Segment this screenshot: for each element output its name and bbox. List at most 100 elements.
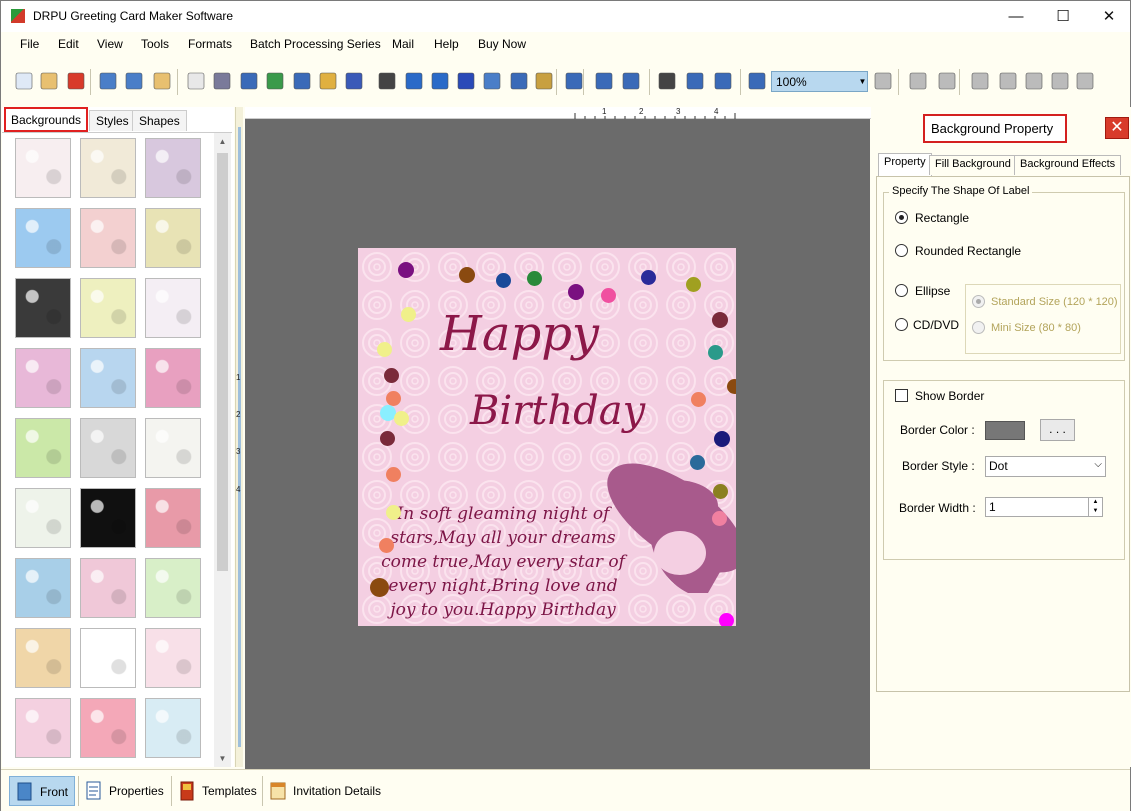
tab-backgrounds[interactable]: Backgrounds (4, 107, 89, 132)
scroll-thumb[interactable] (217, 153, 228, 571)
s-text-icon[interactable] (455, 70, 477, 92)
thumbnail-scrollbar[interactable]: ▲ ▼ (214, 133, 231, 767)
radio-rectangle[interactable] (895, 211, 908, 224)
barcode-w-icon[interactable] (343, 70, 365, 92)
redo-icon[interactable] (593, 70, 615, 92)
scroll-up-icon[interactable]: ▲ (214, 133, 231, 150)
fit-icon[interactable] (684, 70, 706, 92)
chevron-down-icon[interactable]: ⌵ (1094, 459, 1102, 470)
spinner-arrows-icon[interactable]: ▲ ▼ (1088, 498, 1102, 516)
background-thumbnail[interactable] (15, 558, 71, 618)
background-thumbnail[interactable] (15, 628, 71, 688)
show-border-checkbox[interactable] (895, 389, 908, 402)
menu-edit[interactable]: Edit (58, 37, 79, 51)
background-thumbnail[interactable] (15, 138, 71, 198)
card-title-birthday[interactable]: Birthday (470, 388, 645, 434)
print-preview-icon[interactable] (238, 70, 260, 92)
show-border-label[interactable]: Show Border (915, 389, 984, 403)
database-icon[interactable] (533, 70, 555, 92)
background-thumbnail[interactable] (80, 138, 136, 198)
background-thumbnail[interactable] (80, 348, 136, 408)
background-thumbnail[interactable] (15, 348, 71, 408)
close-file-icon[interactable] (65, 70, 87, 92)
radio-rounded-rectangle-label[interactable]: Rounded Rectangle (915, 244, 1021, 258)
flip-icon[interactable] (969, 70, 991, 92)
border-width-value[interactable]: 1 (989, 500, 996, 514)
templates-tab[interactable]: Templates (172, 776, 260, 806)
background-thumbnail[interactable] (80, 628, 136, 688)
undo-icon[interactable] (563, 70, 585, 92)
background-thumbnail[interactable] (80, 278, 136, 338)
menu-help[interactable]: Help (434, 37, 459, 51)
tab-background-effects[interactable]: Background Effects (1014, 155, 1122, 175)
save-as-icon[interactable] (123, 70, 145, 92)
arrow-left-icon[interactable] (936, 70, 958, 92)
arrow-up-icon[interactable] (1023, 70, 1045, 92)
unlock-icon[interactable] (907, 70, 929, 92)
zoom-select[interactable]: 100% (771, 71, 868, 92)
close-icon[interactable]: ✕ (1105, 117, 1129, 139)
tab-property[interactable]: Property (878, 153, 932, 176)
radio-cd-dvd[interactable] (895, 318, 908, 331)
menu-buy-now[interactable]: Buy Now (478, 37, 526, 51)
arrow-down-icon[interactable] (1074, 70, 1096, 92)
background-thumbnail[interactable] (145, 348, 201, 408)
tab-fill-background[interactable]: Fill Background (929, 155, 1017, 175)
open-icon[interactable] (38, 70, 60, 92)
background-thumbnail[interactable] (15, 278, 71, 338)
tab-shapes[interactable]: Shapes (132, 110, 187, 131)
background-thumbnail[interactable] (145, 628, 201, 688)
menu-formats[interactable]: Formats (188, 37, 232, 51)
maximize-button[interactable]: ☐ (1040, 1, 1086, 32)
border-color-browse-button[interactable]: . . . (1040, 419, 1075, 441)
background-thumbnail[interactable] (145, 698, 201, 758)
background-thumbnail[interactable] (15, 698, 71, 758)
greeting-card[interactable]: Happy Birthday In soft gleaming night of… (358, 248, 736, 626)
card-title-happy[interactable]: Happy (440, 306, 599, 362)
background-thumbnail[interactable] (145, 558, 201, 618)
radio-cd-dvd-label[interactable]: CD/DVD (913, 318, 959, 332)
chevron-down-icon[interactable]: ▼ (857, 71, 868, 92)
background-thumbnail[interactable] (145, 488, 201, 548)
background-thumbnail[interactable] (15, 208, 71, 268)
lock-icon[interactable] (872, 70, 894, 92)
menu-mail[interactable]: Mail (392, 37, 414, 51)
arrow-right-icon[interactable] (997, 70, 1019, 92)
background-thumbnail[interactable] (145, 418, 201, 478)
tab-styles[interactable]: Styles (89, 110, 136, 131)
radio-ellipse-label[interactable]: Ellipse (915, 284, 950, 298)
properties-icon[interactable] (185, 70, 207, 92)
background-thumbnail[interactable] (80, 488, 136, 548)
pen-icon[interactable] (291, 70, 313, 92)
mail-icon[interactable] (481, 70, 503, 92)
properties-tab[interactable]: Properties (79, 776, 169, 806)
background-thumbnail[interactable] (145, 208, 201, 268)
background-thumbnail[interactable] (145, 278, 201, 338)
grid-icon[interactable] (620, 70, 642, 92)
border-width-stepper[interactable]: 1 ▲ ▼ (985, 497, 1103, 517)
front-tab[interactable]: Front (9, 776, 75, 806)
font-a-icon[interactable] (429, 70, 451, 92)
zoom-out-icon[interactable] (746, 70, 768, 92)
image-icon[interactable] (264, 70, 286, 92)
new-icon[interactable] (13, 70, 35, 92)
background-thumbnail[interactable] (80, 698, 136, 758)
save-icon[interactable] (97, 70, 119, 92)
background-thumbnail[interactable] (145, 138, 201, 198)
menu-tools[interactable]: Tools (141, 37, 169, 51)
radio-rounded-rectangle[interactable] (895, 244, 908, 257)
actual-size-icon[interactable] (656, 70, 678, 92)
menu-view[interactable]: View (97, 37, 123, 51)
design-canvas[interactable]: Happy Birthday In soft gleaming night of… (245, 119, 870, 769)
text-icon[interactable] (403, 70, 425, 92)
line-icon[interactable] (508, 70, 530, 92)
background-thumbnail[interactable] (80, 418, 136, 478)
menu-batch-processing[interactable]: Batch Processing Series (250, 37, 381, 51)
border-color-swatch[interactable] (985, 421, 1025, 440)
close-button[interactable]: ✕ (1086, 1, 1131, 32)
background-thumbnail[interactable] (80, 558, 136, 618)
invitation-details-tab[interactable]: Invitation Details (263, 776, 389, 806)
scroll-down-icon[interactable]: ▼ (214, 750, 231, 767)
radio-ellipse[interactable] (895, 284, 908, 297)
barcode-icon[interactable] (376, 70, 398, 92)
